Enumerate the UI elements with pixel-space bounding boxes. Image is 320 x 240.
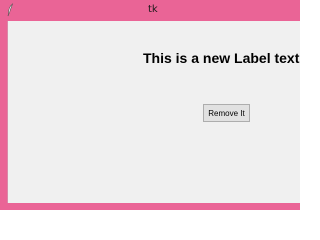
main-label: This is a new Label text [143,50,300,66]
window-content: This is a new Label text Remove It [7,21,300,203]
window-title: tk [148,4,158,15]
title-bar[interactable]: tk [0,0,300,21]
remove-it-button[interactable]: Remove It [203,104,250,122]
app-window: tk This is a new Label text Remove It [0,0,300,210]
